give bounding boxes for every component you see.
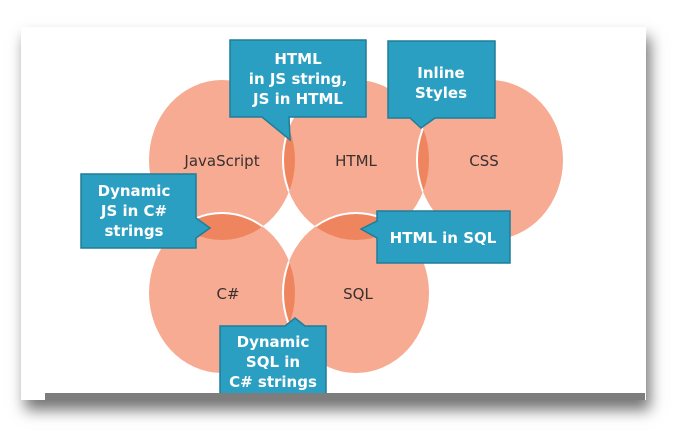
label-csharp: C# bbox=[216, 285, 239, 303]
video-progress-bar bbox=[45, 393, 645, 400]
callout-csharp-sql-line1: Dynamic bbox=[237, 333, 310, 351]
callout-csharp-sql-line3: C# strings bbox=[229, 373, 317, 391]
label-css: CSS bbox=[469, 152, 499, 170]
callout-js-csharp-line2: JS in C# bbox=[100, 202, 167, 220]
slide: JavaScript HTML CSS C# SQL HTML in JS st… bbox=[21, 27, 646, 400]
label-sql: SQL bbox=[343, 285, 373, 303]
callout-html-css-line1: Inline bbox=[417, 64, 464, 82]
callout-js-html-line3: JS in HTML bbox=[252, 90, 343, 108]
label-javascript: JavaScript bbox=[183, 152, 259, 170]
callout-js-csharp-line3: strings bbox=[105, 222, 164, 240]
callout-csharp-sql-line2: SQL in bbox=[246, 353, 300, 371]
callout-html-css-line2: Styles bbox=[415, 84, 467, 102]
callout-js-html-line1: HTML bbox=[274, 50, 322, 68]
callout-html-sql-line1: HTML in SQL bbox=[390, 229, 497, 247]
venn-diagram: JavaScript HTML CSS C# SQL HTML in JS st… bbox=[80, 39, 563, 400]
callout-js-html-line2: in JS string, bbox=[249, 70, 347, 88]
label-html: HTML bbox=[335, 152, 377, 170]
callout-js-csharp-line1: Dynamic bbox=[98, 182, 171, 200]
